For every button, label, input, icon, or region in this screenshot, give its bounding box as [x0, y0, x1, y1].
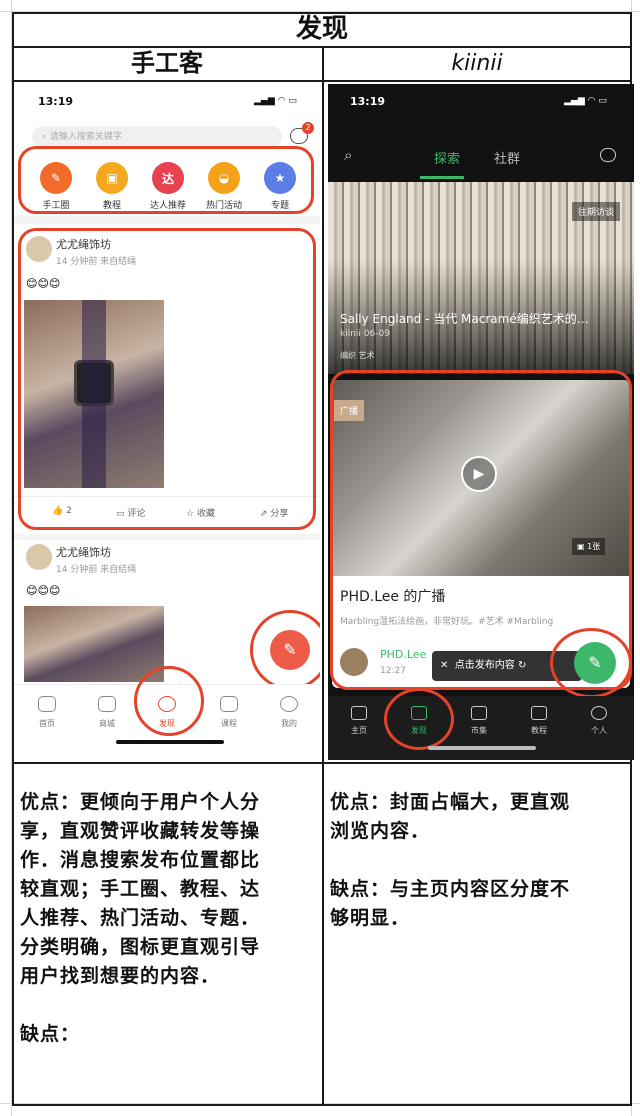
pros-line: 分类明确，图标更直观引导 [20, 936, 261, 958]
chat-icon[interactable] [600, 148, 616, 162]
cons-line: 够明显． [330, 907, 411, 929]
shop-icon [98, 696, 116, 712]
post-meta: 14 分钟前 来自结绳 [56, 565, 137, 575]
tab-course[interactable]: 课程 [204, 696, 254, 729]
tab-community[interactable]: 社群 [494, 148, 520, 167]
tab-explore-underline [420, 176, 464, 179]
pros-line: 较直观；手工圈、教程、达 [20, 878, 261, 900]
cons-text: 缺点： [20, 1023, 81, 1045]
pros-line: 作．消息搜索发布位置都比 [20, 849, 261, 871]
post-author[interactable]: 尤尤绳饰坊 [56, 544, 111, 560]
tab-mall[interactable]: 商城 [82, 696, 132, 729]
person-icon [591, 706, 607, 720]
notes-right: 优点：封面占幅大，更直观 浏览内容． 缺点：与主页内容区分度不 够明显． [330, 788, 626, 933]
tab-home[interactable]: 首页 [22, 696, 72, 729]
message-badge: 2 [302, 122, 314, 134]
column-title-left: 手工客 [131, 49, 203, 77]
search-icon[interactable]: ⌕ [344, 146, 352, 164]
pros-line: 浏览内容． [330, 820, 431, 842]
tab-home[interactable]: 主页 [334, 706, 384, 736]
tab-explore[interactable]: 探索 [434, 148, 460, 167]
status-icons: ▂▄▆ ◠ ▭ [254, 96, 297, 106]
avatar[interactable] [26, 544, 52, 570]
notes-left: 优点：更倾向于用户个人分 享，直观赞评收藏转发等操 作．消息搜索发布位置都比 较… [20, 788, 316, 1049]
highlight-discover-tab [384, 688, 454, 750]
post-photo[interactable] [24, 606, 164, 682]
pros-line: 用户找到想要的内容． [20, 965, 221, 987]
pros-line: 享，直观赞评收藏转发等操 [20, 820, 261, 842]
banner-title[interactable]: Sally England - 当代 Macramé编织艺术的… [340, 310, 626, 327]
home-indicator [116, 740, 224, 744]
market-icon [471, 706, 487, 720]
graduation-icon [220, 696, 238, 712]
tab-profile[interactable]: 我的 [264, 696, 314, 729]
pros-line: 人推荐、热门活动、专题． [20, 907, 261, 929]
search-placeholder: 请输入搜索关键字 [49, 132, 122, 142]
cons-line: 缺点：与主页内容区分度不 [330, 878, 571, 900]
banner-badge: 往期访谈 [572, 202, 621, 221]
banner-meta: kiinii 06-09 [340, 329, 390, 339]
tab-profile[interactable]: 个人 [574, 706, 624, 736]
ruler-icon [531, 706, 547, 720]
tab-market[interactable]: 市集 [454, 706, 504, 736]
pros-line: 优点：封面占幅大，更直观 [330, 791, 571, 813]
highlight-categories [18, 146, 314, 214]
column-title-right: kiinii [451, 51, 503, 76]
highlight-publish [550, 628, 632, 698]
highlight-post [18, 228, 316, 530]
status-time: 13:19 [350, 95, 386, 108]
post-text: 😊😊😊 [26, 584, 61, 597]
banner-tags: 编织 艺术 [340, 351, 375, 360]
status-time: 13:19 [38, 95, 74, 108]
tab-tutorial[interactable]: 教程 [514, 706, 564, 736]
right-phone-screenshot: 13:19 ▂▄▆ ◠ ▭ ⌕ 探索 社群 往期访谈 Sally England… [328, 84, 634, 760]
table-title: 发现 [295, 14, 348, 44]
left-phone-screenshot: 13:19 ▂▄▆ ◠ ▭ ⌕ 请输入搜索关键字 2 ✎ 手工圈 ▣ 教程 达达人推… [14, 84, 320, 760]
face-icon [280, 696, 298, 712]
highlight-discover-tab [134, 666, 204, 736]
search-input[interactable]: ⌕ 请输入搜索关键字 [32, 126, 282, 148]
highlight-publish [250, 610, 320, 690]
search-icon: ⌕ [42, 132, 48, 142]
pros-line: 优点：更倾向于用户个人分 [20, 791, 261, 813]
status-icons: ▂▄▆ ◠ ▭ [564, 96, 607, 106]
home-indicator [428, 746, 536, 750]
home-icon [351, 706, 367, 720]
home-icon [38, 696, 56, 712]
